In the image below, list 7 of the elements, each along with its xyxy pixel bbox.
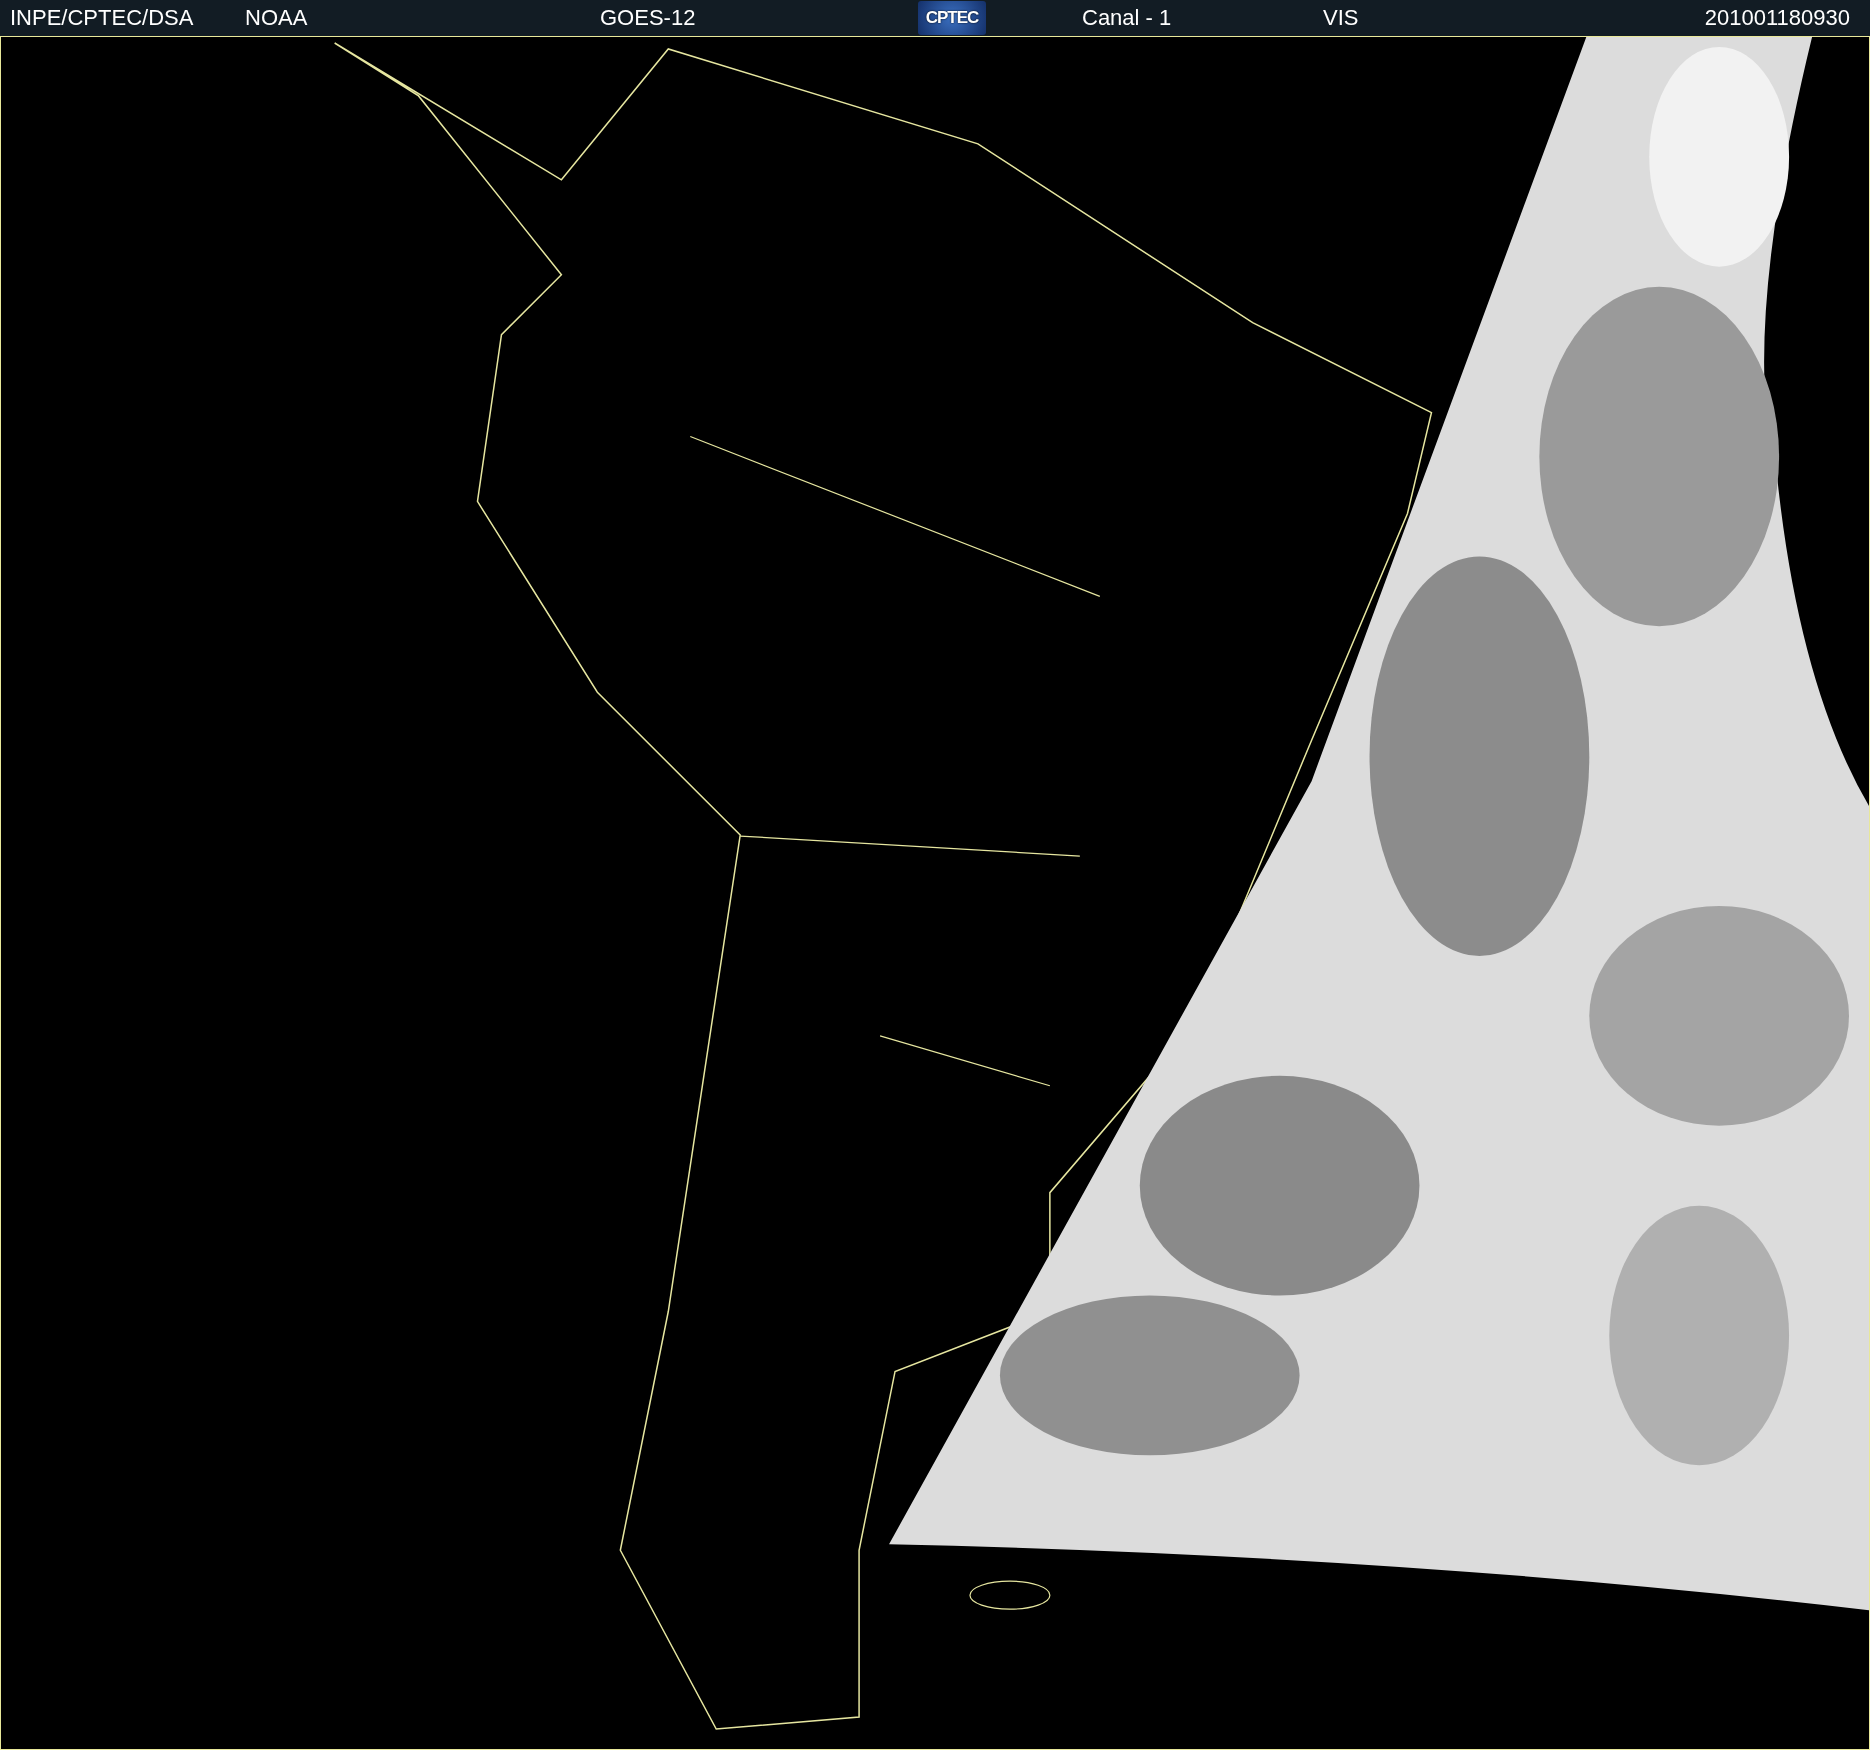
header-label: Canal - 1 <box>1082 5 1172 31</box>
header-label: INPE/CPTEC/DSA <box>10 5 194 31</box>
logo: CPTEC <box>918 1 986 35</box>
header-label: VIS <box>1323 5 1359 31</box>
header-label: NOAA <box>245 5 308 31</box>
header-label: 201001180930 <box>1704 5 1851 31</box>
header-label: GOES-12 <box>600 5 696 31</box>
